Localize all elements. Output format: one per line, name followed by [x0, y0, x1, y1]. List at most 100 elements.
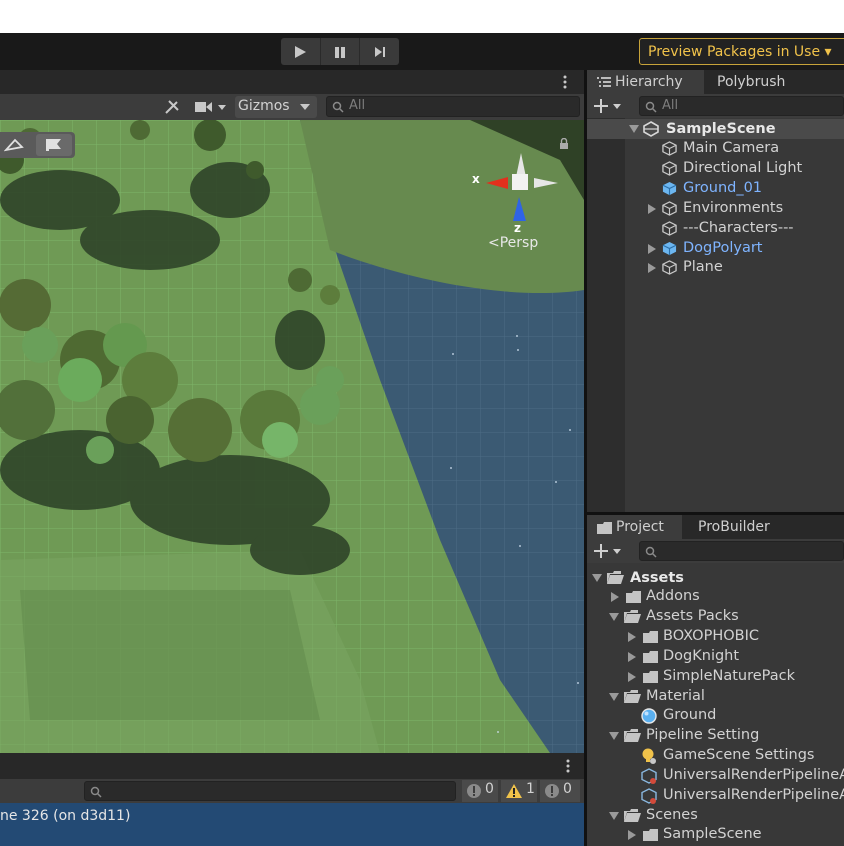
step-icon — [374, 46, 385, 57]
expand-arrow-icon[interactable] — [648, 263, 656, 273]
camera-icon[interactable] — [193, 99, 231, 115]
scene-row[interactable]: SampleScene — [587, 119, 844, 139]
expand-arrow-icon[interactable] — [628, 672, 636, 682]
project-item-boxophobic[interactable]: BOXOPHOBIC — [587, 627, 844, 647]
hierarchy-item[interactable]: DogPolyart — [587, 239, 844, 259]
project-search-input[interactable] — [639, 541, 844, 561]
project-item-sample-scene-folder[interactable]: SampleScene — [587, 825, 844, 845]
folder-icon — [597, 522, 612, 534]
expand-arrow-icon[interactable] — [648, 244, 656, 254]
hierarchy-item[interactable]: Main Camera — [587, 139, 844, 159]
gizmo-persp-label[interactable]: <Persp — [488, 235, 538, 251]
project-item-gamescene-settings[interactable]: GameScene Settings — [587, 746, 844, 766]
expand-arrow-icon[interactable] — [609, 812, 619, 820]
hierarchy-item-label: ---Characters--- — [683, 220, 794, 236]
tab-hierarchy[interactable]: Hierarchy — [587, 70, 704, 94]
gameobject-icon — [662, 161, 677, 176]
pause-button[interactable] — [321, 38, 361, 65]
step-button[interactable] — [360, 38, 399, 65]
search-icon — [645, 101, 657, 113]
open-folder-icon — [624, 729, 641, 742]
project-item-urp-asset[interactable]: UniversalRenderPipelineA — [587, 766, 844, 786]
error-toggle[interactable]: 0 — [540, 780, 580, 802]
hierarchy-item[interactable]: Plane — [587, 258, 844, 278]
expand-arrow-icon[interactable] — [628, 830, 636, 840]
info-toggle[interactable]: 0 — [462, 780, 498, 802]
project-add-button[interactable] — [593, 541, 625, 561]
open-folder-icon — [624, 690, 641, 703]
project-item-urp-asset[interactable]: UniversalRenderPipelineA — [587, 786, 844, 806]
scene-name: SampleScene — [666, 121, 776, 137]
gizmos-label: Gizmos — [238, 98, 290, 114]
project-item-assets[interactable]: Assets — [587, 568, 844, 588]
more-options-icon[interactable] — [563, 74, 567, 90]
project-item-assets-packs[interactable]: Assets Packs — [587, 607, 844, 627]
gameobject-icon — [662, 221, 677, 236]
play-button[interactable] — [281, 38, 321, 65]
window-top-strip — [0, 0, 844, 33]
folder-icon — [643, 651, 658, 663]
console-log-entry[interactable]: ne 326 (on d3d11) — [0, 803, 584, 846]
tab-polybrush[interactable]: Polybrush — [717, 70, 817, 94]
expand-arrow-icon[interactable] — [592, 574, 602, 582]
tab-probuilder[interactable]: ProBuilder — [698, 515, 798, 539]
project-item-addons[interactable]: Addons — [587, 587, 844, 607]
error-icon — [545, 784, 559, 798]
expand-arrow-icon[interactable] — [628, 632, 636, 642]
project-item-dogknight[interactable]: DogKnight — [587, 647, 844, 667]
project-item-scenes[interactable]: Scenes — [587, 806, 844, 826]
expand-arrow-icon[interactable] — [629, 125, 639, 133]
plus-icon — [594, 544, 621, 558]
orientation-gizmo[interactable]: x z <Persp — [466, 145, 566, 255]
gameobject-icon — [662, 141, 677, 156]
expand-arrow-icon[interactable] — [628, 652, 636, 662]
draw-tool-icon[interactable] — [4, 136, 26, 154]
flag-tool-button[interactable] — [36, 134, 72, 156]
project-item-ground-material[interactable]: Ground — [587, 706, 844, 726]
flag-icon — [46, 139, 61, 151]
folder-icon — [626, 591, 641, 603]
scene-tab-bar — [0, 70, 584, 94]
preview-packages-button[interactable]: Preview Packages in Use ▾ — [639, 38, 844, 65]
hierarchy-item[interactable]: Directional Light — [587, 159, 844, 179]
search-icon — [332, 101, 344, 113]
hierarchy-tab-bar: Hierarchy Polybrush — [587, 70, 844, 94]
project-item-material[interactable]: Material — [587, 687, 844, 707]
warning-toggle[interactable]: 1 — [501, 780, 537, 802]
project-item-simple-nature-pack[interactable]: SimpleNaturePack — [587, 667, 844, 687]
list-icon — [597, 77, 611, 87]
material-sphere-icon — [641, 708, 657, 724]
gizmos-dropdown[interactable]: Gizmos — [235, 96, 317, 118]
open-folder-icon — [624, 809, 641, 822]
expand-arrow-icon[interactable] — [611, 592, 619, 602]
hierarchy-item-label: Plane — [683, 259, 723, 275]
tab-project[interactable]: Project — [587, 515, 682, 539]
gameobject-icon — [662, 260, 677, 275]
gameobject-icon — [662, 201, 677, 216]
expand-arrow-icon[interactable] — [648, 204, 656, 214]
plus-icon — [594, 99, 621, 113]
scene-search-input[interactable]: All — [326, 96, 580, 117]
info-count: 0 — [485, 781, 494, 797]
lighting-settings-icon — [642, 748, 656, 764]
search-placeholder: All — [349, 98, 366, 113]
console-more-options-icon[interactable] — [566, 758, 570, 774]
expand-arrow-icon[interactable] — [609, 613, 619, 621]
hierarchy-item[interactable]: ---Characters--- — [587, 219, 844, 239]
error-count: 0 — [563, 781, 572, 797]
expand-arrow-icon[interactable] — [609, 732, 619, 740]
info-icon — [467, 784, 481, 798]
scene-viewport[interactable]: x z <Persp — [0, 120, 584, 753]
gizmo-x-label: x — [472, 172, 480, 186]
tools-icon[interactable] — [163, 98, 183, 116]
open-folder-icon — [624, 610, 641, 623]
console-search-input[interactable] — [84, 781, 456, 801]
expand-arrow-icon[interactable] — [609, 693, 619, 701]
tab-probuilder-label: ProBuilder — [698, 519, 770, 535]
hierarchy-item[interactable]: Environments — [587, 199, 844, 219]
hierarchy-item[interactable]: Ground_01 — [587, 179, 844, 199]
hierarchy-add-button[interactable] — [593, 96, 625, 116]
project-item-label: SimpleNaturePack — [663, 668, 796, 684]
project-item-pipeline-setting[interactable]: Pipeline Setting — [587, 726, 844, 746]
hierarchy-search-input[interactable]: All — [639, 96, 844, 116]
